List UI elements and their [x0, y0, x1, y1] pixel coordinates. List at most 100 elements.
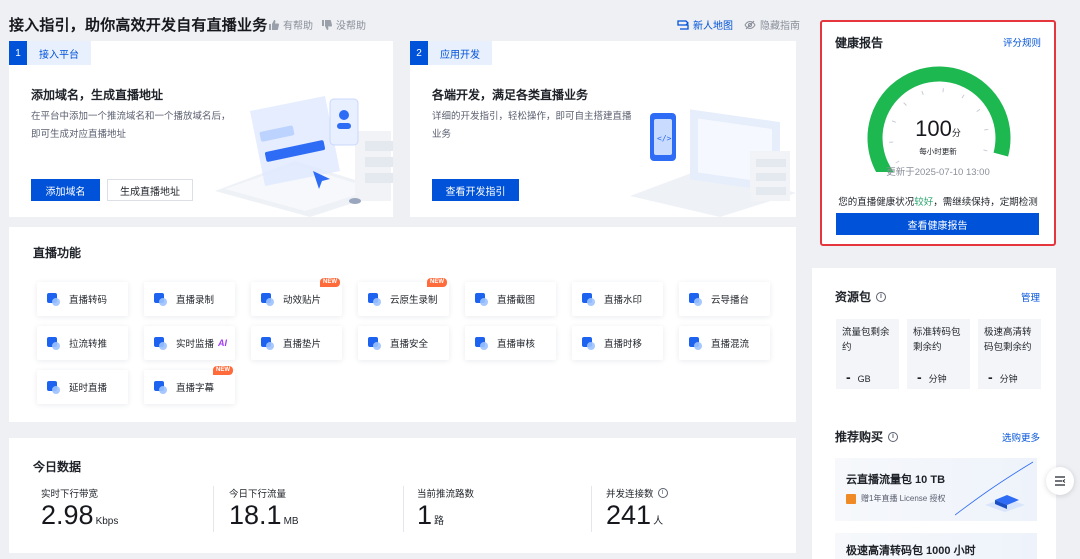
- feature-cloud-director[interactable]: 云导播台: [679, 282, 770, 316]
- gauge-tick: [895, 160, 900, 164]
- resource-hd-transcode: 极速高清转码包剩余约 - 分钟: [978, 319, 1041, 389]
- metric-unit: MB: [283, 516, 299, 527]
- map-route-icon: [677, 19, 689, 30]
- newbie-map-link[interactable]: 新人地图: [677, 17, 733, 32]
- resource-unit: GB: [857, 374, 871, 384]
- health-msg-after: ，需继续保持，定期检测: [933, 197, 1038, 208]
- feature-slate[interactable]: 直播垫片: [251, 326, 342, 360]
- recommend-item[interactable]: 极速高清转码包 1000 小时: [835, 533, 1037, 559]
- recommend-item-title: 极速高清转码包 1000 小时: [846, 545, 976, 557]
- today-title: 今日数据: [33, 460, 82, 474]
- stream-mix-icon: [689, 336, 702, 350]
- view-health-report-button[interactable]: 查看健康报告: [836, 213, 1039, 235]
- resource-value: -: [988, 369, 993, 385]
- resource-label: 极速高清转码包剩余约: [984, 327, 1032, 353]
- step-title: 添加域名，生成直播地址: [31, 88, 164, 102]
- feature-security[interactable]: 直播安全: [358, 326, 449, 360]
- feature-recording[interactable]: 直播录制: [144, 282, 235, 316]
- feature-label: 云原生录制: [390, 295, 438, 306]
- resource-value-row: - GB: [846, 369, 871, 385]
- new-badge: NEW: [427, 278, 447, 287]
- health-score: 100分: [822, 116, 1054, 142]
- generate-live-url-button[interactable]: 生成直播地址: [107, 179, 193, 201]
- info-icon[interactable]: i: [888, 431, 899, 442]
- feature-label: 直播截图: [497, 295, 536, 306]
- feature-label: 直播审核: [497, 339, 536, 350]
- score-value: 100: [915, 116, 952, 141]
- metric-value: 1: [417, 500, 433, 530]
- helpful-button[interactable]: 有帮助: [268, 17, 313, 32]
- feature-label: 延时直播: [69, 383, 108, 394]
- page-title: 接入指引，助你高效开发自有直播业务: [9, 17, 268, 34]
- feature-label: 直播字幕: [176, 383, 215, 394]
- feature-transcode[interactable]: 直播转码: [37, 282, 128, 316]
- resource-title-row: 资源包 i: [835, 288, 887, 305]
- list-collapse-icon: [1055, 476, 1066, 486]
- metric-value: 18.1: [229, 500, 282, 530]
- resource-title: 资源包: [835, 290, 872, 304]
- resource-value-row: - 分钟: [917, 369, 947, 385]
- update-time: 更新于2025-07-10 13:00: [886, 167, 990, 178]
- health-report-card: 健康报告 评分规则 100分 每小时更新 更新于2025-07-10 13:00…: [820, 20, 1056, 246]
- metric-label: 并发连接数: [606, 489, 654, 500]
- resource-value-row: - 分钟: [988, 369, 1018, 385]
- gauge-tick: [921, 90, 924, 95]
- feature-stream-mix[interactable]: 直播混流: [679, 326, 770, 360]
- recommend-item[interactable]: 云直播流量包 10 TB 赠1年直播 License 授权: [835, 458, 1037, 521]
- metric-value: 2.98: [41, 500, 94, 530]
- features-grid: 直播转码 直播录制 动效贴片 NEW 云原生录制 NEW 直播截图 直播水印 云导播…: [37, 278, 777, 404]
- recording-icon: [154, 292, 167, 306]
- recommend-item-sub-row: 赠1年直播 License 授权: [846, 493, 945, 504]
- side-panel-toggle[interactable]: [1046, 467, 1074, 495]
- resource-package-card: 资源包 i 管理 流量包剩余约 - GB 标准转码包剩余约 - 分钟 极速高清转码包剩…: [812, 268, 1056, 559]
- feature-watermark[interactable]: 直播水印: [572, 282, 663, 316]
- feature-motion-sticker[interactable]: 动效贴片 NEW: [251, 278, 342, 316]
- metric-value: 241: [606, 500, 652, 530]
- health-msg-before: 您的直播健康状况: [838, 197, 915, 208]
- hide-guide-link[interactable]: 隐藏指南: [744, 17, 800, 32]
- slate-icon: [261, 336, 274, 350]
- resource-value: -: [917, 369, 922, 385]
- resource-label: 流量包剩余约: [842, 327, 890, 353]
- timeshift-icon: [582, 336, 595, 350]
- features-title: 直播功能: [33, 246, 82, 260]
- screenshot-icon: [475, 292, 488, 306]
- resource-value: -: [846, 369, 851, 385]
- info-icon[interactable]: i: [876, 291, 887, 302]
- feature-label: 云导播台: [711, 295, 750, 306]
- manage-link[interactable]: 管理: [1021, 290, 1040, 304]
- feature-screenshot[interactable]: 直播截图: [465, 282, 556, 316]
- feature-label: 拉流转推: [69, 339, 108, 350]
- feature-realtime-monitor[interactable]: 实时监播 AI: [144, 326, 235, 360]
- shop-more-link[interactable]: 选购更多: [1002, 430, 1040, 444]
- info-icon[interactable]: i: [657, 488, 668, 498]
- monitor-icon: [154, 336, 167, 350]
- feature-delayed-live[interactable]: 延时直播: [37, 370, 128, 404]
- feature-moderation[interactable]: 直播审核: [465, 326, 556, 360]
- metric-label-row: 并发连接数 i: [606, 486, 668, 500]
- feature-cloud-native-recording[interactable]: 云原生录制 NEW: [358, 278, 449, 316]
- package-cube-icon: [955, 461, 1034, 516]
- relay-icon: [47, 336, 60, 350]
- feature-timeshift[interactable]: 直播时移: [572, 326, 663, 360]
- step-card-app-dev: 2 应用开发 各端开发，满足各类直播业务 详细的开发指引，轻松操作，即可自主搭建…: [410, 41, 796, 217]
- resource-unit: 分钟: [928, 374, 947, 384]
- recommend-title-row: 推荐购买 i: [835, 428, 899, 445]
- gift-icon: [846, 493, 856, 504]
- step-number: 1: [9, 41, 27, 65]
- metric-divider: [403, 486, 404, 532]
- scoring-rules-link[interactable]: 评分规则: [1003, 35, 1041, 49]
- feature-relay[interactable]: 拉流转推: [37, 326, 128, 360]
- subtitles-icon: [154, 380, 167, 394]
- add-domain-button[interactable]: 添加域名: [31, 179, 100, 201]
- feature-subtitles[interactable]: 直播字幕 NEW: [144, 366, 235, 404]
- step-tag: 应用开发: [428, 41, 492, 65]
- view-dev-guide-button[interactable]: 查看开发指引: [432, 179, 519, 201]
- metric-label: 今日下行流量: [229, 489, 287, 500]
- feature-label: 直播时移: [604, 339, 643, 350]
- not-helpful-label: 没帮助: [336, 21, 366, 32]
- transcode-icon: [47, 292, 60, 306]
- not-helpful-button[interactable]: 没帮助: [321, 17, 366, 32]
- today-data-section: 今日数据 实时下行带宽 2.98 Kbps 今日下行流量 18.1 MB 当前推流路…: [9, 438, 796, 553]
- thumbs-up-icon: [269, 19, 280, 30]
